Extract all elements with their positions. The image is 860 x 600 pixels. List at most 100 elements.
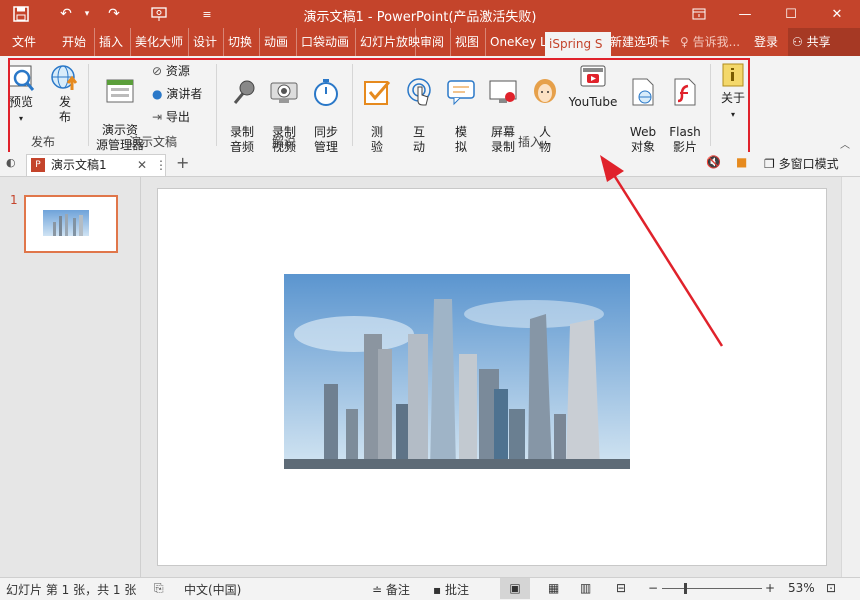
about-label: 关于 <box>720 91 745 105</box>
resources-button[interactable]: ⊘ 资源 <box>152 62 190 80</box>
info-book-icon <box>722 63 744 87</box>
group-label-insert: 插入 <box>517 135 542 149</box>
tab-insert[interactable]: 插入 <box>94 28 127 56</box>
notes-button[interactable]: ≐ 备注 <box>372 581 410 598</box>
quiz-button[interactable]: 测 验 <box>360 62 394 155</box>
screen-record-icon <box>489 80 517 103</box>
person-icon: ● <box>152 87 163 101</box>
signin-link[interactable]: 登录 <box>750 28 782 56</box>
city-skyline-image[interactable] <box>284 274 630 469</box>
character-avatar-icon <box>534 79 556 103</box>
tab-animations[interactable]: 动画 <box>259 28 292 56</box>
tab-slideshow[interactable]: 幻灯片放映 <box>355 28 420 56</box>
city-skyline-picture <box>284 274 630 469</box>
simulation-label: 模 拟 <box>454 125 467 154</box>
slideshow-icon[interactable]: ⊟ <box>616 581 626 595</box>
tab-pocket-animation[interactable]: 口袋动画 <box>296 28 353 56</box>
tab-onekey[interactable]: OneKey L <box>485 28 550 56</box>
interaction-button[interactable]: 互 动 <box>402 62 436 155</box>
interaction-label: 互 动 <box>412 125 425 154</box>
chevron-down-icon: ▾ <box>18 114 23 123</box>
presentation-start-icon[interactable] <box>148 4 170 24</box>
zoom-slider-thumb[interactable] <box>684 583 687 594</box>
flash-movie-label: Flash 影片 <box>669 125 701 154</box>
normal-view-icon[interactable]: ▣ <box>500 578 530 599</box>
tab-beautify-master[interactable]: 美化大师 <box>130 28 187 56</box>
collapse-ribbon-icon[interactable]: ︿ <box>840 136 850 151</box>
tab-ispring[interactable]: iSpring S <box>545 32 611 56</box>
save-icon[interactable] <box>10 4 32 24</box>
group-separator <box>88 64 89 146</box>
close-tab-icon[interactable]: ✕ <box>137 155 147 175</box>
group-separator <box>216 64 217 146</box>
tab-review[interactable]: 审阅 <box>415 28 448 56</box>
tab-view[interactable]: 视图 <box>450 28 483 56</box>
minimize-icon[interactable]: — <box>722 0 768 28</box>
slide-thumbnail[interactable] <box>24 195 118 253</box>
export-button[interactable]: ⇥ 导出 <box>152 108 190 126</box>
web-page-icon <box>632 78 654 106</box>
ribbon-tab-bar: 文件 开始 插入 美化大师 设计 切换 动画 口袋动画 幻灯片放映 审阅 视图 … <box>0 28 860 56</box>
tab-menu-icon[interactable]: ⋮ <box>155 155 167 175</box>
spellcheck-icon[interactable]: ⎘ <box>154 581 164 596</box>
addon-icon[interactable]: ■ <box>736 155 747 169</box>
language-status[interactable]: 中文(中国) <box>184 581 241 598</box>
about-button[interactable]: 关于 ▾ <box>716 62 750 122</box>
tab-nav-icon[interactable]: ◐ <box>6 156 16 169</box>
customize-qat-icon[interactable]: ≡ <box>196 4 218 24</box>
microphone-icon <box>233 80 255 104</box>
record-audio-button[interactable]: 录制 音频 <box>224 62 260 155</box>
quiz-label: 测 验 <box>370 125 383 154</box>
undo-icon[interactable]: ↶ <box>55 4 77 24</box>
redo-icon[interactable]: ↷ <box>103 4 125 24</box>
tab-design[interactable]: 设计 <box>188 28 221 56</box>
undo-dropdown-icon[interactable]: ▾ <box>76 4 98 24</box>
zoom-in-icon[interactable]: + <box>765 581 775 595</box>
fit-to-window-icon[interactable]: ⊡ <box>826 581 836 595</box>
zoom-slider[interactable] <box>662 583 762 594</box>
tab-home[interactable]: 开始 <box>58 28 90 56</box>
youtube-button[interactable]: YouTube <box>566 62 620 110</box>
maximize-icon[interactable]: ☐ <box>768 0 814 28</box>
comments-label: 批注 <box>444 583 469 597</box>
checkbox-quiz-icon <box>364 81 391 105</box>
touch-interaction-icon <box>407 78 431 106</box>
notes-icon: ≐ <box>372 583 383 597</box>
publish-button[interactable]: 发布 <box>50 62 80 125</box>
reading-view-icon[interactable]: ▥ <box>580 581 591 595</box>
webcam-icon <box>270 82 298 103</box>
web-object-button[interactable]: Web 对象 <box>626 62 660 155</box>
add-tab-icon[interactable]: + <box>176 153 189 172</box>
share-button[interactable]: ⚇ 共享 <box>788 28 860 56</box>
tell-me-search[interactable]: ♀ 告诉我... <box>676 28 744 56</box>
slide-canvas[interactable] <box>157 188 827 566</box>
comments-button[interactable]: ▪ 批注 <box>433 581 469 598</box>
tab-file[interactable]: 文件 <box>8 28 40 56</box>
vertical-scrollbar[interactable] <box>841 177 860 577</box>
zoom-out-icon[interactable]: − <box>648 581 658 595</box>
zoom-level[interactable]: 53% <box>788 581 815 595</box>
magnifier-icon <box>8 65 35 91</box>
presenter-label: 演讲者 <box>166 87 203 101</box>
preview-button[interactable]: 预览 ▾ <box>6 62 36 126</box>
close-icon[interactable]: ✕ <box>814 0 860 28</box>
ribbon-display-options-icon[interactable] <box>676 0 722 28</box>
tab-new-tab[interactable]: 新建选项卡 <box>606 28 674 56</box>
multi-window-mode-button[interactable]: ❐ 多窗口模式 <box>764 155 839 172</box>
sync-manage-button[interactable]: 同步 管理 <box>308 62 344 155</box>
globe-upload-icon <box>51 65 78 90</box>
lightbulb-icon: ♀ <box>680 35 689 49</box>
mute-icon[interactable]: 🔇 <box>706 155 721 169</box>
simulation-button[interactable]: 模 拟 <box>444 62 478 155</box>
multi-window-mode-label: 多窗口模式 <box>778 157 839 171</box>
document-tab-bar: ◐ P 演示文稿1 ✕ ⋮ + 🔇 ■ ❐ 多窗口模式 <box>0 152 860 177</box>
presenter-button[interactable]: ● 演讲者 <box>152 85 202 103</box>
group-separator <box>352 64 353 146</box>
thumbnail-image <box>43 210 89 236</box>
status-bar: 幻灯片 第 1 张，共 1 张 ⎘ 中文(中国) ≐ 备注 ▪ 批注 ▣ ▦ ▥… <box>0 577 860 600</box>
tab-transitions[interactable]: 切换 <box>223 28 256 56</box>
slide-number: 1 <box>10 193 18 207</box>
flash-movie-button[interactable]: Flash 影片 <box>666 62 704 155</box>
slide-sorter-icon[interactable]: ▦ <box>548 581 559 595</box>
document-tab[interactable]: P 演示文稿1 ✕ ⋮ <box>26 154 167 176</box>
